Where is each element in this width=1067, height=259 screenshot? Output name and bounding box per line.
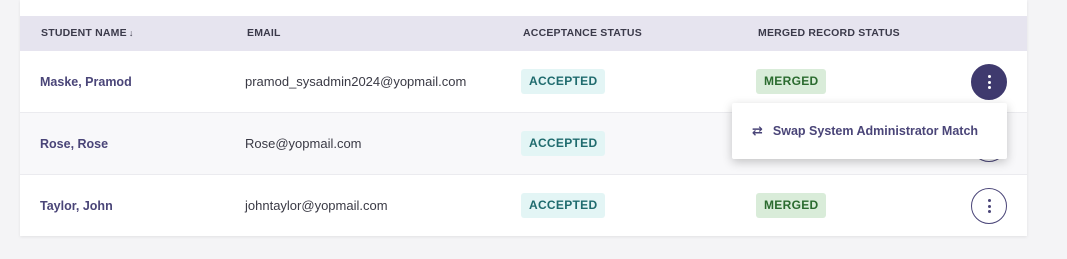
sort-down-icon[interactable]: ↓ bbox=[129, 28, 134, 38]
student-name-link[interactable]: Maske, Pramod bbox=[40, 51, 132, 113]
table-header: STUDENT NAME ↓ EMAIL ACCEPTANCE STATUS ME… bbox=[20, 16, 1027, 51]
menu-item-label: Swap System Administrator Match bbox=[772, 124, 979, 138]
student-name-link[interactable]: Rose, Rose bbox=[40, 113, 108, 175]
acceptance-status-badge: ACCEPTED bbox=[521, 69, 606, 94]
student-name-header-label: STUDENT NAME bbox=[41, 27, 127, 39]
arrows-swap-icon: ⇄ bbox=[752, 123, 763, 138]
more-vertical-icon-dot bbox=[987, 86, 991, 89]
more-vertical-icon-dot bbox=[987, 210, 991, 213]
table-row: Taylor, John johntaylor@yopmail.com ACCE… bbox=[20, 175, 1027, 237]
student-name-link[interactable]: Taylor, John bbox=[40, 175, 113, 237]
menu-item-swap-admin-match[interactable]: ⇄ Swap System Administrator Match bbox=[752, 123, 978, 139]
column-header-acceptance-status: ACCEPTANCE STATUS bbox=[523, 27, 642, 39]
student-email: Rose@yopmail.com bbox=[245, 136, 362, 151]
merged-status-badge: MERGED bbox=[756, 193, 827, 218]
acceptance-status-badge: ACCEPTED bbox=[521, 193, 606, 218]
more-vertical-icon bbox=[987, 199, 991, 202]
more-vertical-icon bbox=[987, 75, 991, 78]
merged-status-badge: MERGED bbox=[756, 69, 827, 94]
more-vertical-icon-dot bbox=[987, 204, 991, 208]
student-email: johntaylor@yopmail.com bbox=[245, 198, 388, 213]
row-actions-button[interactable] bbox=[971, 188, 1007, 224]
column-header-student-name[interactable]: STUDENT NAME ↓ bbox=[41, 16, 134, 51]
more-vertical-icon-dot bbox=[987, 80, 991, 84]
row-actions-button[interactable] bbox=[971, 64, 1007, 100]
acceptance-status-badge: ACCEPTED bbox=[521, 131, 606, 156]
column-header-email: EMAIL bbox=[247, 27, 281, 39]
student-email: pramod_sysadmin2024@yopmail.com bbox=[245, 74, 467, 89]
column-header-merged-record-status: MERGED RECORD STATUS bbox=[758, 27, 900, 39]
row-actions-menu: ⇄ Swap System Administrator Match bbox=[732, 103, 1007, 159]
